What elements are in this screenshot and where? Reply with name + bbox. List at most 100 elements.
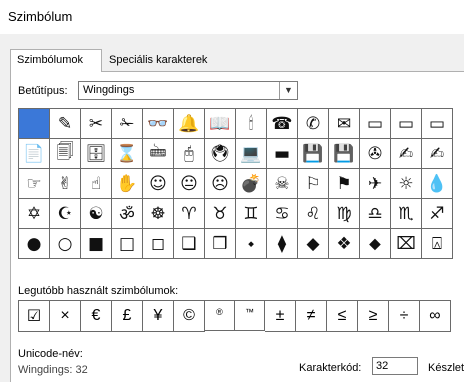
symbol-cell[interactable]: ☺ (143, 169, 174, 199)
symbol-cell[interactable]: ☪ (50, 199, 81, 229)
symbol-cell[interactable]: ✍ (422, 139, 453, 169)
recent-symbol-cell[interactable]: ≥ (358, 301, 389, 332)
recent-symbol-cell[interactable]: ¥ (143, 301, 174, 332)
symbol-cell[interactable]: 🕯 (236, 109, 267, 139)
symbol-cell[interactable]: 📄 (19, 139, 50, 169)
symbol-cell[interactable]: ❒ (205, 229, 236, 259)
symbol-cell[interactable]: 🔔 (174, 109, 205, 139)
recent-symbol-cell[interactable]: € (81, 301, 112, 332)
symbol-cell[interactable]: 💧 (422, 169, 453, 199)
symbol-cell[interactable]: 💣 (236, 169, 267, 199)
symbol-cell[interactable]: ♎ (360, 199, 391, 229)
symbol-cell[interactable]: ☹ (205, 169, 236, 199)
symbol-cell[interactable]: ♏ (391, 199, 422, 229)
symbol-cell[interactable]: ☠ (267, 169, 298, 199)
symbol-cell[interactable]: □ (112, 229, 143, 259)
recent-symbol-cell[interactable]: ™ (235, 301, 265, 331)
symbol-cell[interactable]: ✋ (112, 169, 143, 199)
symbol-cell[interactable]: 💾 (329, 139, 360, 169)
symbol-cell[interactable]: ● (19, 229, 50, 259)
symbol-cell[interactable]: ⌧ (391, 229, 422, 259)
symbol-cell[interactable]: 💾 (298, 139, 329, 169)
symbol-cell[interactable]: ♈ (174, 199, 205, 229)
tab-special-characters-label: Speciális karakterek (109, 54, 208, 66)
unicode-name-value: Wingdings: 32 (18, 364, 88, 376)
symbol-cell[interactable]: ○ (50, 229, 81, 259)
recent-symbol-cell[interactable]: ± (265, 301, 296, 332)
symbol-cell[interactable]: ✂ (81, 109, 112, 139)
symbol-cell[interactable]: ♌ (298, 199, 329, 229)
symbol-cell[interactable]: ⍓ (422, 229, 453, 259)
symbol-cell[interactable]: ■ (81, 229, 112, 259)
symbol-cell[interactable]: ⌛ (112, 139, 143, 169)
symbol-cell[interactable]: ❖ (329, 229, 360, 259)
symbol-cell[interactable]: ▭ (360, 109, 391, 139)
symbol-cell[interactable]: 🖰 (174, 139, 205, 169)
symbol-cell[interactable]: ✈ (360, 169, 391, 199)
symbol-cell[interactable]: ☯ (81, 199, 112, 229)
symbol-cell[interactable]: ⚐ (298, 169, 329, 199)
symbol-cell[interactable]: 🖲 (205, 139, 236, 169)
tab-symbols[interactable]: Szimbólumok (10, 49, 102, 72)
symbol-cell[interactable]: ♐ (422, 199, 453, 229)
recent-symbol-cell[interactable]: £ (112, 301, 143, 332)
symbol-grid: ✎ ✂ ✁ 👓 🔔 📖 🕯 ☎ ✆ ✉ ▭ ▭ ▭ 📄 🗐 🗄 ⌛ 🖮 🖰 🖲 💻 ▬ 💾 💾 ✇ ✍ ✍ ☞ ✌ ☝ ✋ ☺ 😐 ☹ 💣 ☠ ⚐ ⚑ ✈ ☼… (18, 108, 453, 259)
symbol-cell[interactable]: ✍ (391, 139, 422, 169)
symbol-cell[interactable]: ✆ (298, 109, 329, 139)
symbol-cell[interactable]: ✉ (329, 109, 360, 139)
recent-symbol-cell[interactable]: ≤ (327, 301, 358, 332)
symbol-cell[interactable]: 🖮 (143, 139, 174, 169)
symbol-cell[interactable]: ☼ (391, 169, 422, 199)
char-code-label: Karakterkód: (299, 362, 362, 374)
recent-symbol-cell[interactable]: ® (205, 301, 235, 331)
recent-symbol-cell[interactable]: ∞ (420, 301, 451, 332)
symbol-cell[interactable]: 🗐 (50, 139, 81, 169)
symbol-cell[interactable]: ◻ (143, 229, 174, 259)
dialog-title: Szimbólum (8, 9, 73, 24)
recent-symbols-grid: ☑ × € £ ¥ © ® ™ ± ≠ ≤ ≥ ÷ ∞ (18, 300, 451, 332)
charset-label: Készlet (428, 362, 464, 374)
symbol-cell[interactable]: ⚑ (329, 169, 360, 199)
symbol-cell[interactable]: 😐 (174, 169, 205, 199)
symbol-cell[interactable]: ⬥ (360, 229, 391, 259)
symbol-cell[interactable]: ✌ (50, 169, 81, 199)
symbol-cell[interactable]: 📖 (205, 109, 236, 139)
symbol-cell[interactable]: ❑ (174, 229, 205, 259)
symbol-cell[interactable]: ♉ (205, 199, 236, 229)
unicode-name-label: Unicode-név: (18, 348, 83, 360)
symbol-cell[interactable]: 💻 (236, 139, 267, 169)
symbol-cell[interactable]: 🗄 (81, 139, 112, 169)
recent-symbol-cell[interactable]: © (174, 301, 205, 332)
symbol-cell[interactable]: ▭ (391, 109, 422, 139)
tab-special-characters[interactable]: Speciális karakterek (103, 50, 223, 71)
symbol-cell[interactable]: 👓 (143, 109, 174, 139)
symbol-cell-selected[interactable] (19, 109, 50, 139)
chevron-down-icon[interactable]: ▼ (279, 82, 297, 99)
char-code-input[interactable] (372, 357, 418, 375)
recent-symbol-cell[interactable]: ≠ (296, 301, 327, 332)
font-select[interactable]: Wingdings ▼ (78, 81, 298, 100)
recent-symbol-cell[interactable]: × (50, 301, 81, 332)
symbol-cell[interactable]: ✎ (50, 109, 81, 139)
symbol-cell[interactable]: ⬩ (236, 229, 267, 259)
symbol-cell[interactable]: ☞ (19, 169, 50, 199)
symbol-cell[interactable]: ♊ (236, 199, 267, 229)
symbol-cell[interactable]: ☝ (81, 169, 112, 199)
symbol-grid-row: ✎ ✂ ✁ 👓 🔔 📖 🕯 ☎ ✆ ✉ ▭ ▭ ▭ (19, 109, 453, 139)
symbol-cell[interactable]: ♍ (329, 199, 360, 229)
recent-symbol-cell[interactable]: ÷ (389, 301, 420, 332)
symbol-cell[interactable]: ॐ (112, 199, 143, 229)
symbol-cell[interactable]: ✁ (112, 109, 143, 139)
symbol-cell[interactable]: ☸ (143, 199, 174, 229)
symbol-cell[interactable]: ◆ (298, 229, 329, 259)
symbol-cell[interactable]: ⧫ (267, 229, 298, 259)
recent-symbol-cell[interactable]: ☑ (19, 301, 50, 332)
symbol-cell[interactable]: ▬ (267, 139, 298, 169)
symbol-cell[interactable]: ✡ (19, 199, 50, 229)
symbol-cell[interactable]: ☎ (267, 109, 298, 139)
symbol-cell[interactable]: ▭ (422, 109, 453, 139)
symbol-cell[interactable]: ♋ (267, 199, 298, 229)
font-select-value: Wingdings (83, 84, 135, 96)
font-label: Betűtípus: (18, 85, 68, 97)
symbol-cell[interactable]: ✇ (360, 139, 391, 169)
